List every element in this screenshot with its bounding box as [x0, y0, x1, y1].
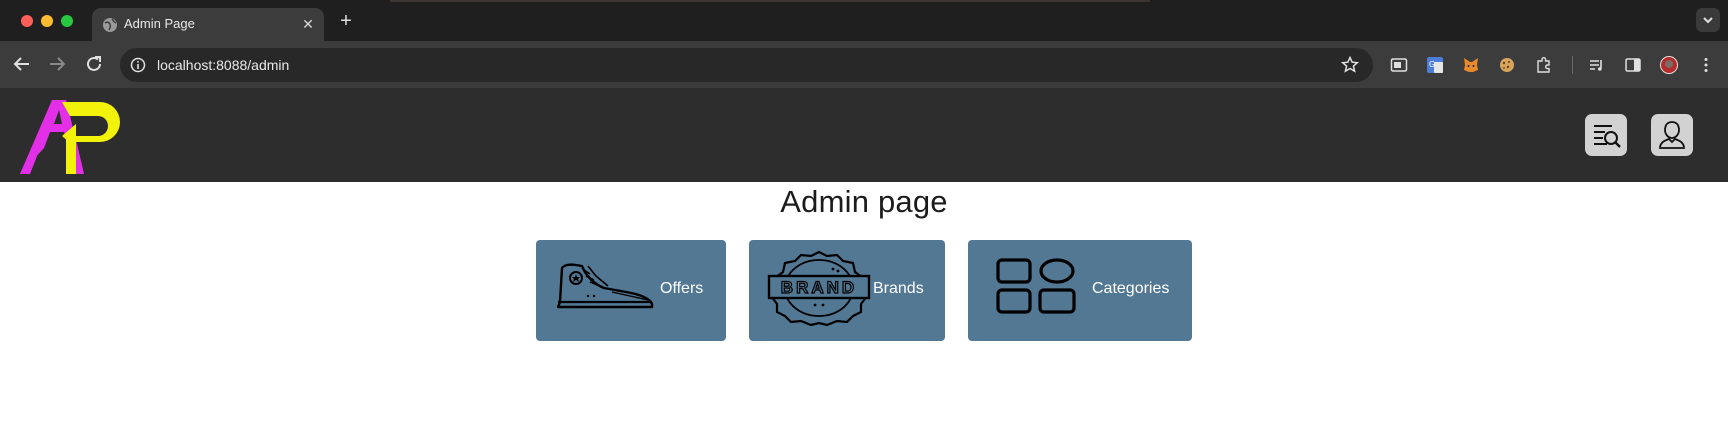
site-info-icon[interactable] — [130, 57, 146, 73]
tab-bar-accent — [390, 0, 1150, 2]
categories-grid-icon — [996, 258, 1076, 314]
tab-title: Admin Page — [124, 16, 195, 31]
offers-label: Offers — [660, 280, 704, 297]
forward-icon[interactable] — [46, 53, 68, 75]
tab-admin-page[interactable]: Admin Page ✕ — [92, 8, 324, 41]
kebab-menu-icon[interactable] — [1697, 56, 1715, 74]
search-list-icon — [1594, 125, 1621, 148]
minimize-window-button[interactable] — [41, 15, 53, 27]
picture-in-picture-icon[interactable] — [1390, 56, 1408, 74]
brand-badge-icon: BRAND — [767, 250, 871, 326]
toolbar-separator — [1572, 56, 1573, 74]
url-text[interactable]: localhost:8088/admin — [157, 57, 289, 73]
sneaker-icon — [556, 263, 654, 309]
svg-text:G: G — [1429, 60, 1435, 69]
reload-icon[interactable] — [83, 53, 105, 75]
zoom-window-button[interactable] — [61, 15, 73, 27]
offers-card[interactable]: Offers — [536, 240, 726, 341]
search-list-button[interactable] — [1585, 114, 1627, 156]
page-title: Admin page — [780, 184, 948, 219]
close-window-button[interactable] — [21, 15, 33, 27]
new-tab-button[interactable]: + — [336, 11, 356, 31]
puzzle-icon[interactable] — [1535, 56, 1553, 74]
brands-card[interactable]: BRAND Brands — [749, 240, 945, 341]
bookmark-star-icon[interactable] — [1341, 56, 1359, 74]
ap-logo[interactable] — [18, 96, 122, 176]
back-icon[interactable] — [11, 53, 33, 75]
categories-label: Categories — [1092, 280, 1170, 297]
browser-toolbar: localhost:8088/admin G — [0, 41, 1728, 88]
browser-tab-bar: Admin Page ✕ + — [0, 0, 1728, 41]
cookie-icon[interactable] — [1498, 56, 1516, 74]
address-bar[interactable]: localhost:8088/admin — [120, 48, 1373, 82]
brands-label: Brands — [873, 280, 924, 297]
categories-card[interactable]: Categories — [968, 240, 1192, 341]
profile-avatar-icon[interactable] — [1660, 56, 1678, 74]
brand-badge-text: BRAND — [781, 278, 857, 297]
globe-icon — [103, 18, 117, 32]
chevron-down-icon — [1703, 17, 1713, 24]
user-icon — [1659, 121, 1685, 149]
close-tab-icon[interactable]: ✕ — [300, 16, 316, 32]
tab-search-button[interactable] — [1696, 8, 1720, 32]
metamask-icon[interactable] — [1462, 56, 1480, 74]
media-queue-icon[interactable] — [1588, 56, 1606, 74]
side-panel-icon[interactable] — [1624, 56, 1642, 74]
site-header — [0, 88, 1728, 182]
translate-icon[interactable]: G — [1426, 56, 1444, 74]
user-button[interactable] — [1651, 114, 1693, 156]
